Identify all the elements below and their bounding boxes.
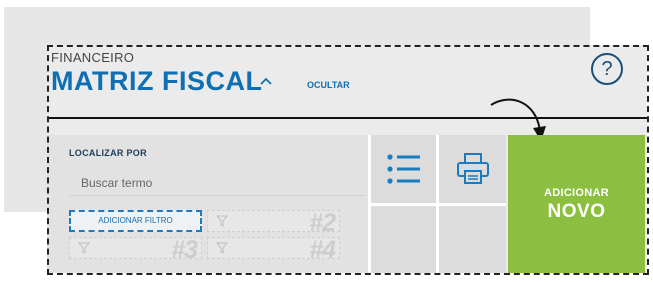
hide-link[interactable]: OCULTAR [307, 80, 350, 90]
header-divider [47, 117, 647, 119]
list-view-button[interactable] [371, 135, 436, 203]
help-icon: ? [601, 58, 613, 80]
print-button[interactable] [439, 135, 506, 203]
filter-slot[interactable]: #4 [207, 236, 340, 264]
filter-icon [216, 242, 228, 254]
filter-slot[interactable]: #3 [69, 236, 202, 264]
chevron-up-icon[interactable] [259, 74, 273, 88]
printer-icon [457, 153, 489, 184]
filter-slot-number: #2 [309, 209, 336, 237]
filter-slot[interactable]: #2 [207, 209, 340, 237]
search-input[interactable] [69, 170, 365, 196]
section-overline: FINANCEIRO [51, 50, 135, 65]
filter-slot-number: #4 [309, 236, 336, 264]
search-label: LOCALIZAR POR [69, 148, 147, 158]
filter-slot-number: #3 [171, 236, 198, 264]
add-filter-button[interactable]: ADICIONAR FILTRO [69, 210, 202, 232]
filter-icon [216, 215, 228, 227]
empty-tile [439, 206, 506, 273]
empty-tile [371, 206, 436, 273]
add-new-label-top: ADICIONAR [543, 187, 610, 199]
add-new-label-main: NOVO [547, 201, 606, 222]
filter-icon [78, 242, 90, 254]
help-button[interactable]: ? [591, 53, 623, 85]
add-new-button[interactable]: ADICIONAR NOVO [508, 135, 645, 273]
list-icon [387, 154, 420, 184]
page-title: MATRIZ FISCAL [51, 66, 263, 96]
